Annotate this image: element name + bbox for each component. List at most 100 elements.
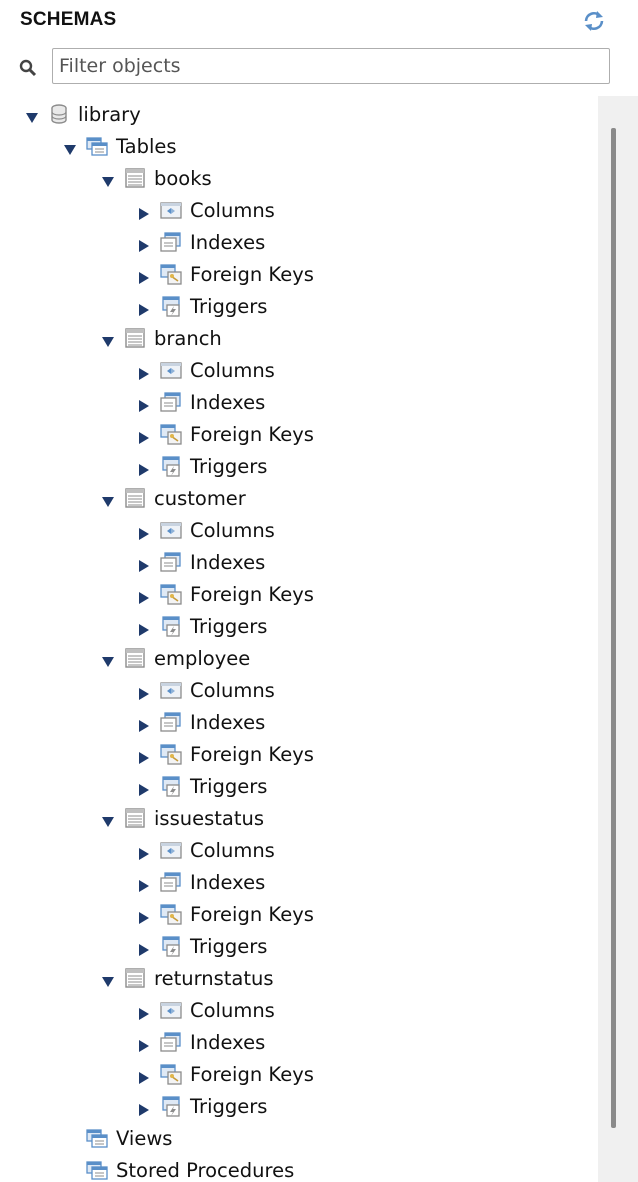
collapse-arrow-icon[interactable] xyxy=(136,203,152,220)
collapse-arrow-icon[interactable] xyxy=(136,587,152,604)
tree-node-branch-indexes[interactable]: Indexes xyxy=(136,386,265,418)
collapse-arrow-icon[interactable] xyxy=(136,1003,152,1020)
tree-node-books-foreign-keys[interactable]: Foreign Keys xyxy=(136,258,314,290)
tree-node-issuestatus-triggers[interactable]: Triggers xyxy=(136,930,267,962)
tree-node-branch-triggers[interactable]: Triggers xyxy=(136,450,267,482)
tree-node-label: Foreign Keys xyxy=(190,422,314,446)
triggers-icon xyxy=(160,295,182,317)
tree-node-employee-columns[interactable]: Columns xyxy=(136,674,275,706)
tree-node-label: Tables xyxy=(116,134,177,158)
folder-table-icon xyxy=(86,1127,108,1149)
tree-node-returnstatus-triggers[interactable]: Triggers xyxy=(136,1090,267,1122)
expand-arrow-icon[interactable] xyxy=(100,331,116,347)
tree-node-label: Indexes xyxy=(190,390,266,414)
expand-arrow-icon[interactable] xyxy=(100,971,116,987)
tree-node-branch-columns[interactable]: Columns xyxy=(136,354,275,386)
collapse-arrow-icon[interactable] xyxy=(136,1067,152,1084)
tree-node-label: Indexes xyxy=(190,870,266,894)
foreign-keys-icon xyxy=(160,263,182,285)
indexes-icon xyxy=(160,1031,182,1053)
tree-node-returnstatus-indexes[interactable]: Indexes xyxy=(136,1026,265,1058)
tree-node-table-returnstatus[interactable]: returnstatus xyxy=(100,962,274,994)
collapse-arrow-icon[interactable] xyxy=(136,395,152,412)
triggers-icon xyxy=(160,1095,182,1117)
collapse-arrow-icon[interactable] xyxy=(136,843,152,860)
expand-arrow-icon[interactable] xyxy=(100,811,116,827)
tree-node-returnstatus-columns[interactable]: Columns xyxy=(136,994,275,1026)
schema-tree: library Tables books Columns Indexes For… xyxy=(0,96,600,1182)
tree-node-table-branch[interactable]: branch xyxy=(100,322,222,354)
collapse-arrow-icon[interactable] xyxy=(136,715,152,732)
collapse-arrow-icon[interactable] xyxy=(136,875,152,892)
collapse-arrow-icon[interactable] xyxy=(136,939,152,956)
tree-node-customer-columns[interactable]: Columns xyxy=(136,514,275,546)
tree-node-issuestatus-indexes[interactable]: Indexes xyxy=(136,866,265,898)
tree-node-schema-library[interactable]: library xyxy=(24,98,141,130)
columns-icon xyxy=(160,679,182,701)
tree-node-table-issuestatus[interactable]: issuestatus xyxy=(100,802,264,834)
tree-node-issuestatus-columns[interactable]: Columns xyxy=(136,834,275,866)
tree-node-label: issuestatus xyxy=(154,806,265,830)
columns-icon xyxy=(160,359,182,381)
columns-icon xyxy=(160,839,182,861)
scrollbar-track[interactable] xyxy=(598,96,638,1182)
tree-node-table-employee[interactable]: employee xyxy=(100,642,250,674)
collapse-arrow-icon[interactable] xyxy=(136,1035,152,1052)
tree-node-employee-foreign-keys[interactable]: Foreign Keys xyxy=(136,738,314,770)
collapse-arrow-icon[interactable] xyxy=(136,427,152,444)
tree-node-books-triggers[interactable]: Triggers xyxy=(136,290,267,322)
tree-node-customer-triggers[interactable]: Triggers xyxy=(136,610,267,642)
collapse-arrow-icon[interactable] xyxy=(136,1099,152,1116)
tree-node-table-books[interactable]: books xyxy=(100,162,212,194)
tree-node-views[interactable]: Views xyxy=(62,1122,172,1154)
collapse-arrow-icon[interactable] xyxy=(136,619,152,636)
collapse-arrow-icon[interactable] xyxy=(136,555,152,572)
collapse-arrow-icon[interactable] xyxy=(136,747,152,764)
foreign-keys-icon xyxy=(160,1063,182,1085)
filter-objects-input[interactable] xyxy=(52,48,610,84)
expand-arrow-icon[interactable] xyxy=(100,651,116,667)
tree-node-employee-indexes[interactable]: Indexes xyxy=(136,706,265,738)
tree-node-books-columns[interactable]: Columns xyxy=(136,194,275,226)
tree-node-label: Stored Procedures xyxy=(116,1158,295,1182)
refresh-icon[interactable] xyxy=(580,8,608,34)
indexes-icon xyxy=(160,551,182,573)
collapse-arrow-icon[interactable] xyxy=(136,523,152,540)
tree-node-issuestatus-foreign-keys[interactable]: Foreign Keys xyxy=(136,898,314,930)
tree-node-tables-group[interactable]: Tables xyxy=(62,130,177,162)
foreign-keys-icon xyxy=(160,743,182,765)
tree-node-stored-procedures[interactable]: Stored Procedures xyxy=(62,1154,294,1182)
collapse-arrow-icon[interactable] xyxy=(136,363,152,380)
collapse-arrow-icon[interactable] xyxy=(136,299,152,316)
scrollbar-thumb[interactable] xyxy=(611,128,616,1128)
tree-node-label: branch xyxy=(154,326,222,350)
collapse-arrow-icon[interactable] xyxy=(136,683,152,700)
triggers-icon xyxy=(160,455,182,477)
tree-node-label: Triggers xyxy=(190,614,268,638)
columns-icon xyxy=(160,519,182,541)
tree-node-employee-triggers[interactable]: Triggers xyxy=(136,770,267,802)
table-icon xyxy=(124,967,146,989)
collapse-arrow-icon[interactable] xyxy=(136,459,152,476)
expand-arrow-icon[interactable] xyxy=(24,107,40,123)
tree-node-customer-indexes[interactable]: Indexes xyxy=(136,546,265,578)
expand-arrow-icon[interactable] xyxy=(62,139,78,155)
tree-node-label: books xyxy=(154,166,212,190)
tree-node-table-customer[interactable]: customer xyxy=(100,482,246,514)
tree-node-returnstatus-foreign-keys[interactable]: Foreign Keys xyxy=(136,1058,314,1090)
tree-node-label: returnstatus xyxy=(154,966,274,990)
tree-node-books-indexes[interactable]: Indexes xyxy=(136,226,265,258)
collapse-arrow-icon[interactable] xyxy=(136,267,152,284)
collapse-arrow-icon[interactable] xyxy=(136,907,152,924)
expand-arrow-icon[interactable] xyxy=(100,171,116,187)
tree-node-label: Triggers xyxy=(190,774,268,798)
tree-node-branch-foreign-keys[interactable]: Foreign Keys xyxy=(136,418,314,450)
tree-node-customer-foreign-keys[interactable]: Foreign Keys xyxy=(136,578,314,610)
collapse-arrow-icon[interactable] xyxy=(136,235,152,252)
expand-arrow-icon[interactable] xyxy=(100,491,116,507)
indexes-icon xyxy=(160,871,182,893)
tree-node-label: employee xyxy=(154,646,251,670)
collapse-arrow-icon[interactable] xyxy=(136,779,152,796)
